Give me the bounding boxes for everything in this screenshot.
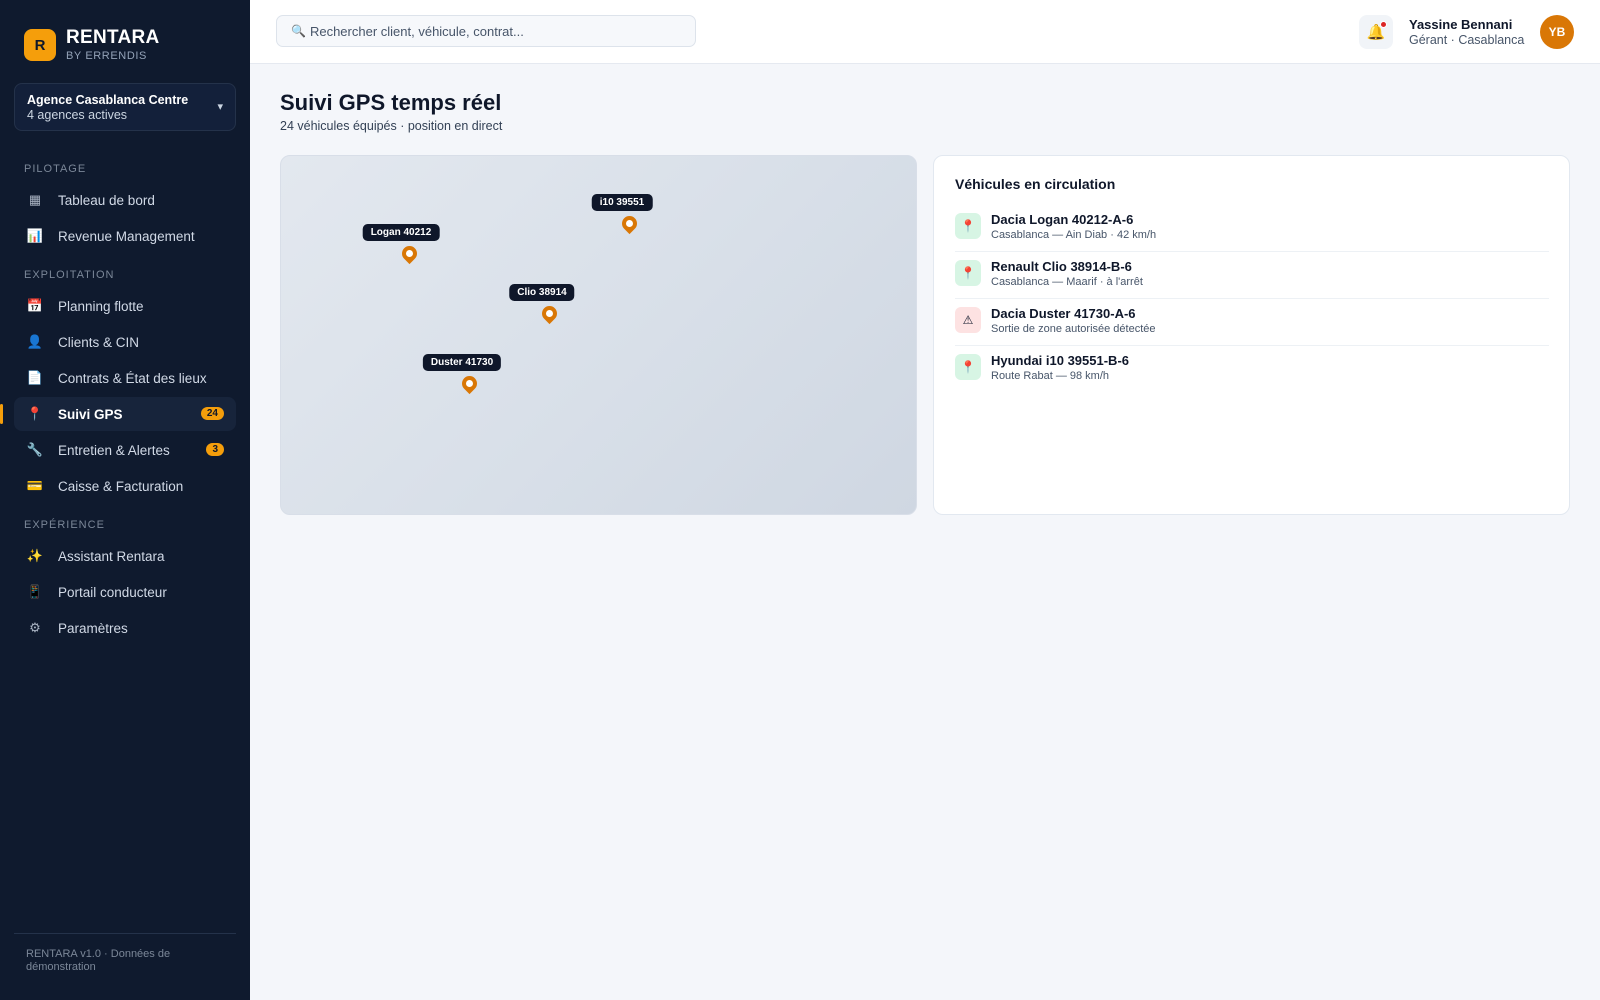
notifications-button[interactable]: 🔔	[1359, 15, 1393, 49]
search-bar[interactable]: 🔍	[276, 15, 696, 47]
vehicle-row[interactable]: ⚠ Dacia Duster 41730-A-6 Sortie de zone …	[955, 300, 1549, 346]
vehicle-name: Hyundai i10 39551-B-6	[991, 353, 1130, 368]
vehicle-name: Dacia Logan 40212-A-6	[991, 212, 1134, 227]
sidebar-item-caisse-facturation[interactable]: 💳 Caisse & Facturation	[14, 469, 236, 503]
sidebar-item-suivi-gps[interactable]: 📍 Suivi GPS 24	[0, 397, 236, 431]
map-pin-icon: 📍	[955, 213, 981, 239]
vehicle-name: Dacia Duster 41730-A-6	[991, 306, 1136, 321]
user-info: Yassine Bennani Gérant · Casablanca	[1409, 17, 1524, 47]
sidebar-item-contrats[interactable]: 📄 Contrats & État des lieux	[14, 361, 236, 395]
user-name: Yassine Bennani	[1409, 17, 1513, 32]
count-badge: 24	[200, 407, 224, 420]
dashboard-icon: ▦	[28, 192, 42, 207]
marker-label: Clio 38914	[509, 284, 575, 301]
divider	[14, 933, 236, 934]
vehicle-detail: Casablanca — Ain Diab · 42 km/h	[991, 229, 1157, 241]
sidebar-item-label: Assistant Rentara	[58, 548, 165, 564]
brand-subtitle: BY ERRENDIS	[66, 50, 147, 62]
sidebar-item-label: Tableau de bord	[58, 192, 155, 208]
section-title-experience: EXPÉRIENCE	[24, 519, 105, 531]
map-pin-icon[interactable]	[458, 372, 481, 395]
calendar-icon: 📅	[26, 298, 44, 313]
map-pin-icon: 📍	[955, 354, 981, 380]
user-role: Gérant · Casablanca	[1409, 33, 1525, 47]
sidebar-item-assistant[interactable]: ✨ Assistant Rentara	[14, 539, 236, 573]
panel-title: Véhicules en circulation	[955, 176, 1116, 192]
document-icon: 📄	[26, 370, 44, 385]
gear-icon: ⚙	[29, 620, 41, 635]
vehicle-text: Renault Clio 38914-B-6 Casablanca — Maar…	[991, 259, 1143, 288]
map-pin-icon: 📍	[26, 406, 44, 421]
vehicle-text: Dacia Logan 40212-A-6 Casablanca — Ain D…	[991, 212, 1156, 241]
sidebar-item-label: Paramètres	[58, 620, 128, 636]
sidebar-item-tableau-de-bord[interactable]: ▦ Tableau de bord	[14, 183, 236, 217]
page-title: Suivi GPS temps réel	[280, 90, 502, 115]
section-title-pilotage: PILOTAGE	[24, 163, 87, 175]
brand[interactable]: R RENTARA BY ERRENDIS	[24, 28, 160, 62]
sidebar-item-label: Clients & CIN	[58, 334, 140, 350]
vehicle-detail: Route Rabat — 98 km/h	[991, 370, 1110, 382]
sidebar-item-portail-conducteur[interactable]: 📱 Portail conducteur	[14, 575, 236, 609]
page-subtitle: 24 véhicules équipés · position en direc…	[280, 119, 503, 133]
brand-logo: R	[24, 29, 56, 61]
map-pin-icon[interactable]	[538, 302, 561, 325]
vehicle-row[interactable]: 📍 Renault Clio 38914-B-6 Casablanca — Ma…	[955, 253, 1549, 299]
vehicle-detail: Sortie de zone autorisée détectée	[991, 323, 1156, 335]
vehicle-row[interactable]: 📍 Hyundai i10 39551-B-6 Route Rabat — 98…	[955, 347, 1549, 393]
sidebar-item-planning-flotte[interactable]: 📅 Planning flotte	[14, 289, 236, 323]
wrench-icon: 🔧	[26, 442, 44, 457]
agency-name: Agence Casablanca Centre	[27, 93, 189, 107]
map-pin-icon: 📍	[955, 260, 981, 286]
notification-dot	[1380, 21, 1387, 28]
sidebar-item-label: Caisse & Facturation	[58, 478, 184, 494]
sidebar-item-entretien-alertes[interactable]: 🔧 Entretien & Alertes 3	[14, 433, 236, 467]
top-header: 🔍 🔔 Yassine Bennani Gérant · Casablanca …	[250, 0, 1600, 64]
sidebar-item-revenue-management[interactable]: 📊 Revenue Management	[14, 219, 236, 253]
agency-count: 4 agences actives	[27, 108, 128, 122]
sidebar-item-label: Revenue Management	[58, 228, 195, 244]
search-input[interactable]	[309, 23, 680, 39]
vehicle-name: Renault Clio 38914-B-6	[991, 259, 1132, 274]
map-pin-icon[interactable]	[398, 242, 421, 265]
sparkles-icon: ✨	[26, 548, 44, 563]
gps-map[interactable]: Logan 40212 i10 39551 Clio 38914 Duster …	[280, 155, 917, 515]
vehicle-text: Hyundai i10 39551-B-6 Route Rabat — 98 k…	[991, 353, 1129, 382]
vehicle-text: Dacia Duster 41730-A-6 Sortie de zone au…	[991, 306, 1156, 335]
credit-card-icon: 💳	[26, 478, 44, 493]
avatar[interactable]: YB	[1540, 15, 1574, 49]
vehicle-row[interactable]: 📍 Dacia Logan 40212-A-6 Casablanca — Ain…	[955, 206, 1549, 252]
user-icon: 👤	[26, 334, 44, 349]
section-title-exploitation: EXPLOITATION	[24, 269, 115, 281]
brand-text: RENTARA BY ERRENDIS	[66, 27, 160, 63]
chevron-down-icon: ▾	[217, 101, 223, 113]
sidebar-footer: RENTARA v1.0 · Données de démonstration	[26, 948, 171, 973]
sidebar-item-label: Suivi GPS	[58, 406, 123, 422]
alert-count-badge: 3	[206, 443, 224, 456]
agency-selector[interactable]: Agence Casablanca Centre 4 agences activ…	[14, 83, 236, 131]
vehicles-panel: Véhicules en circulation 📍 Dacia Logan 4…	[933, 155, 1570, 515]
search-icon: 🔍	[291, 24, 306, 38]
sidebar-item-label: Portail conducteur	[58, 584, 167, 600]
marker-label: Duster 41730	[422, 354, 502, 371]
vehicle-detail: Casablanca — Maarif · à l'arrêt	[991, 276, 1143, 288]
sidebar-item-parametres[interactable]: ⚙ Paramètres	[14, 611, 236, 645]
sidebar-item-clients-cin[interactable]: 👤 Clients & CIN	[14, 325, 236, 359]
brand-name: RENTARA	[66, 27, 160, 48]
sidebar-item-label: Planning flotte	[58, 298, 144, 314]
sidebar-item-label: Entretien & Alertes	[58, 442, 170, 458]
bar-chart-icon: 📊	[26, 228, 44, 243]
marker-label: i10 39551	[591, 194, 653, 211]
sidebar: R RENTARA BY ERRENDIS Agence Casablanca …	[0, 0, 250, 1000]
sidebar-item-label: Contrats & État des lieux	[58, 370, 207, 386]
map-pin-icon[interactable]	[618, 212, 641, 235]
warning-icon: ⚠	[955, 307, 981, 333]
mobile-icon: 📱	[26, 584, 44, 599]
marker-label: Logan 40212	[362, 224, 440, 241]
